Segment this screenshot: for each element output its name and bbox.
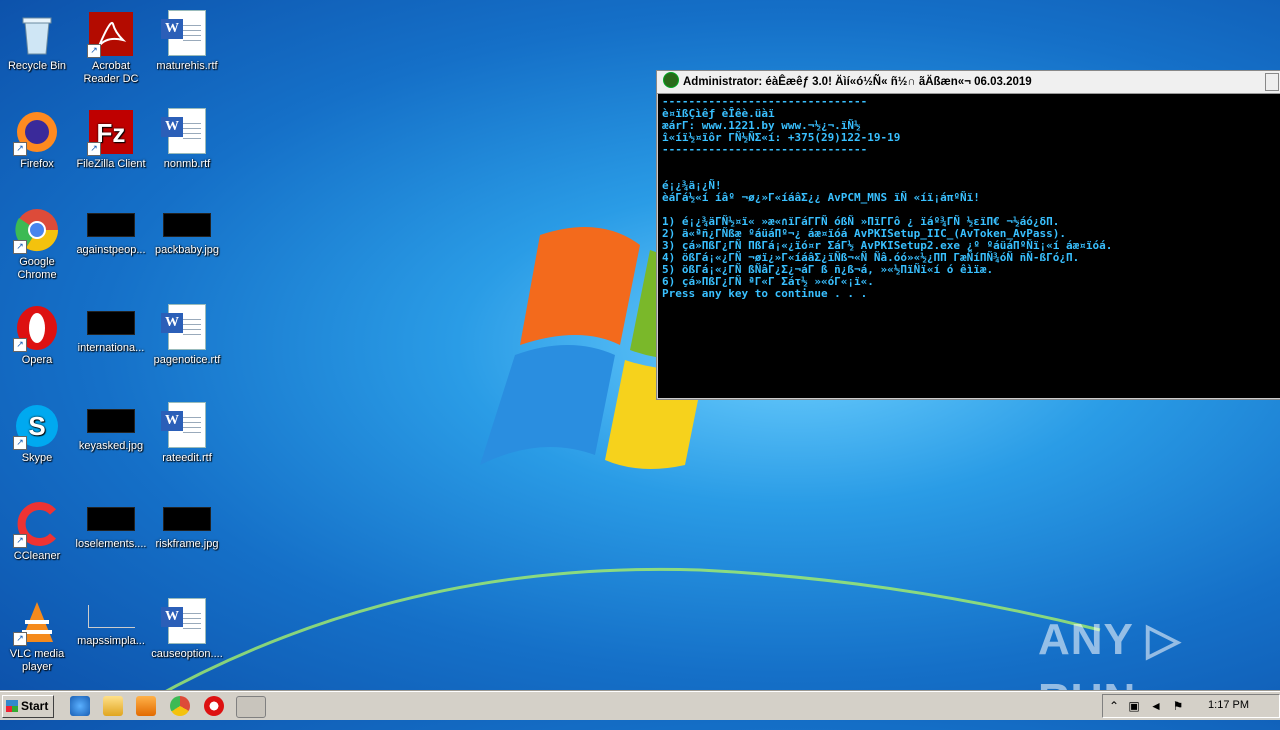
shortcut-arrow-icon: ↗ bbox=[87, 142, 101, 156]
word-document-icon: W bbox=[161, 402, 206, 448]
clock[interactable]: 1:17 PM bbox=[1208, 699, 1249, 711]
console-line: ------------------------------- bbox=[662, 143, 868, 156]
icon-label: causeoption.... bbox=[151, 648, 223, 660]
recycle-bin-icon-image bbox=[22, 17, 52, 55]
icon-label: FileZilla Client bbox=[76, 158, 146, 170]
image-thumbnail bbox=[87, 311, 135, 335]
file-icon-pagenotice[interactable]: W pagenotice.rtf bbox=[150, 298, 224, 367]
file-icon-rateedit[interactable]: W rateedit.rtf bbox=[150, 396, 224, 465]
image-thumbnail bbox=[87, 409, 135, 433]
icon-label: nonmb.rtf bbox=[163, 158, 211, 170]
minimize-button[interactable] bbox=[1265, 73, 1279, 91]
file-icon-packbaby[interactable]: packbaby.jpg bbox=[150, 200, 224, 257]
explorer-folder-icon[interactable] bbox=[103, 696, 123, 716]
icon-label: rateedit.rtf bbox=[162, 452, 212, 464]
vlc-icon[interactable]: ↗ VLC media player bbox=[0, 592, 74, 674]
icon-label: CCleaner bbox=[13, 550, 61, 562]
console-taskbar-button[interactable] bbox=[236, 696, 266, 718]
icon-label: againstpeop... bbox=[76, 244, 146, 256]
console-window[interactable]: Administrator: éàÊæêƒ 3.0! Äìí«ó½Ñ« ñ½∩ … bbox=[656, 70, 1280, 400]
icon-label: maturehis.rtf bbox=[156, 60, 218, 72]
console-output: ------------------------------- è¤ïßÇìêƒ… bbox=[657, 94, 1280, 300]
shortcut-arrow-icon: ↗ bbox=[13, 338, 27, 352]
file-icon-againstpeop[interactable]: againstpeop... bbox=[74, 200, 148, 257]
system-tray: ⌃ ▣ ◄ ⚑ 1:17 PM bbox=[1102, 694, 1280, 718]
console-line: Press any key to continue . . . bbox=[662, 287, 868, 300]
filezilla-icon[interactable]: Fz ↗ FileZilla Client bbox=[74, 102, 148, 171]
icon-label: Acrobat Reader DC bbox=[83, 60, 139, 85]
icon-label: Opera bbox=[21, 354, 53, 366]
console-line: èáΓá½«í íâº ¬ø¿»Γ«íáâΣ¿¿ AvPCM_MNS ïÑ «í… bbox=[662, 191, 980, 204]
network-icon[interactable]: ▣ bbox=[1127, 699, 1141, 713]
word-document-icon: W bbox=[161, 108, 206, 154]
file-icon-keyasked[interactable]: keyasked.jpg bbox=[74, 396, 148, 453]
word-document-icon: W bbox=[161, 598, 206, 644]
opera-taskbar-icon[interactable] bbox=[204, 696, 224, 716]
shortcut-arrow-icon: ↗ bbox=[13, 632, 27, 646]
file-icon-internationa[interactable]: internationa... bbox=[74, 298, 148, 355]
console-titlebar[interactable]: Administrator: éàÊæêƒ 3.0! Äìí«ó½Ñ« ñ½∩ … bbox=[657, 71, 1280, 94]
opera-icon[interactable]: ↗ Opera bbox=[0, 298, 74, 367]
shortcut-arrow-icon: ↗ bbox=[13, 534, 27, 548]
firefox-icon[interactable]: ↗ Firefox bbox=[0, 102, 74, 171]
file-icon-nonmb[interactable]: W nonmb.rtf bbox=[150, 102, 224, 171]
icon-label: Recycle Bin bbox=[7, 60, 67, 72]
skype-icon[interactable]: S ↗ Skype bbox=[0, 396, 74, 465]
icon-label: packbaby.jpg bbox=[154, 244, 219, 256]
windows-flag-icon bbox=[6, 700, 18, 712]
ccleaner-icon[interactable]: ↗ CCleaner bbox=[0, 494, 74, 563]
shortcut-arrow-icon: ↗ bbox=[13, 240, 27, 254]
word-document-icon: W bbox=[161, 10, 206, 56]
image-thumbnail bbox=[163, 507, 211, 531]
start-button[interactable]: Start bbox=[2, 695, 54, 718]
show-hidden-icons-icon[interactable]: ⌃ bbox=[1107, 699, 1121, 713]
icon-label: keyasked.jpg bbox=[78, 440, 144, 452]
shortcut-arrow-icon: ↗ bbox=[13, 142, 27, 156]
shortcut-arrow-icon: ↗ bbox=[87, 44, 101, 58]
icon-label: mapssimpla... bbox=[77, 635, 145, 647]
shortcut-arrow-icon: ↗ bbox=[13, 436, 27, 450]
icon-label: VLC media player bbox=[9, 648, 65, 673]
image-thumbnail bbox=[163, 213, 211, 237]
icon-label: internationa... bbox=[77, 342, 145, 354]
file-icon-causeoption[interactable]: W causeoption.... bbox=[150, 592, 224, 661]
icon-label: Skype bbox=[21, 452, 53, 464]
icon-label: loselements.... bbox=[75, 538, 147, 550]
word-document-icon: W bbox=[161, 304, 206, 350]
ie-icon[interactable] bbox=[70, 696, 90, 716]
console-app-icon bbox=[663, 72, 679, 88]
image-thumbnail bbox=[87, 507, 135, 531]
icon-label: Google Chrome bbox=[17, 256, 57, 281]
icon-label: pagenotice.rtf bbox=[153, 354, 221, 366]
recycle-bin-icon[interactable]: Recycle Bin bbox=[0, 4, 74, 73]
start-label: Start bbox=[21, 699, 49, 713]
console-title: Administrator: éàÊæêƒ 3.0! Äìí«ó½Ñ« ñ½∩ … bbox=[683, 76, 1032, 88]
action-center-flag-icon[interactable]: ⚑ bbox=[1171, 699, 1185, 713]
volume-icon[interactable]: ◄ bbox=[1149, 699, 1163, 713]
svg-text:S: S bbox=[28, 411, 45, 441]
icon-label: riskframe.jpg bbox=[155, 538, 219, 550]
file-icon-riskframe[interactable]: riskframe.jpg bbox=[150, 494, 224, 551]
file-icon-mapssimpla[interactable]: mapssimpla... bbox=[74, 592, 148, 648]
icon-label: Firefox bbox=[20, 158, 54, 170]
file-icon-loselements[interactable]: loselements.... bbox=[74, 494, 148, 551]
acrobat-reader-icon[interactable]: ↗ Acrobat Reader DC bbox=[74, 4, 148, 86]
chrome-icon[interactable]: ↗ Google Chrome bbox=[0, 200, 74, 282]
image-thumbnail bbox=[87, 213, 135, 237]
image-thumbnail bbox=[87, 605, 135, 628]
taskbar: Start ⌃ ▣ ◄ ⚑ 1:17 PM bbox=[0, 691, 1280, 720]
file-icon-maturehis[interactable]: W maturehis.rtf bbox=[150, 4, 224, 73]
chrome-taskbar-icon[interactable] bbox=[170, 696, 190, 716]
media-player-icon[interactable] bbox=[136, 696, 156, 716]
